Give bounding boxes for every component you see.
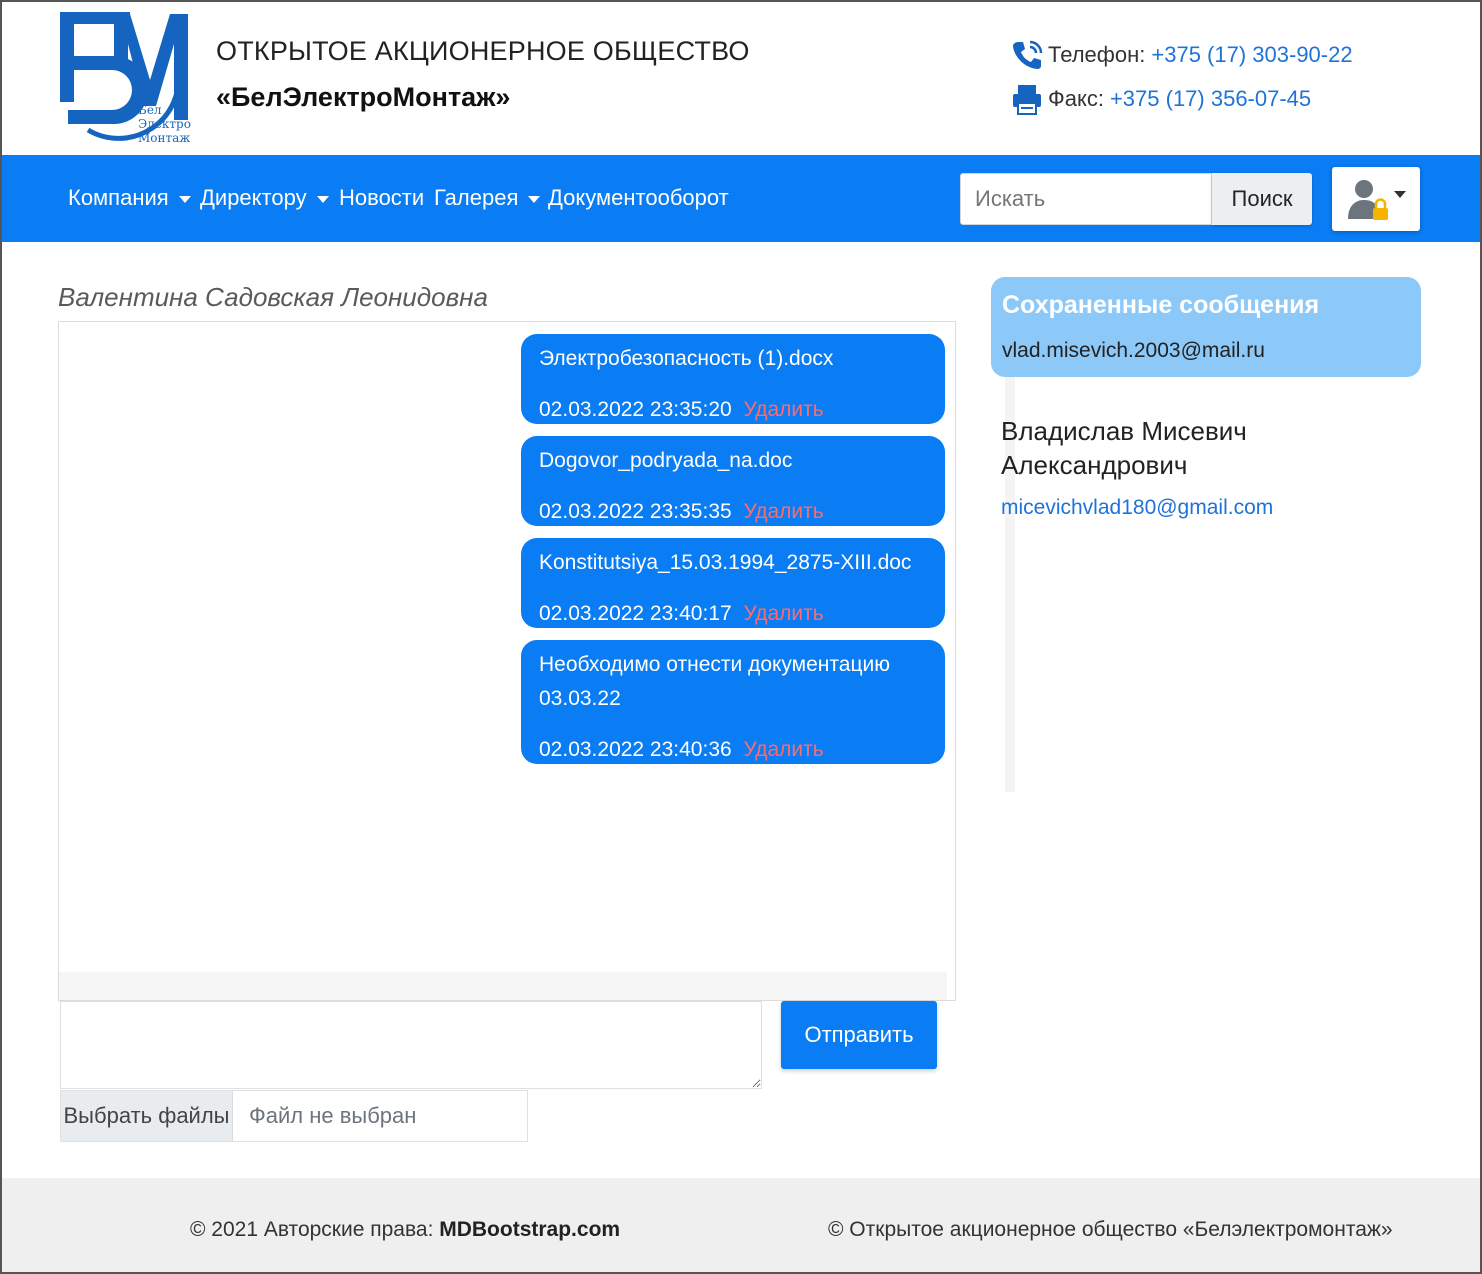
delete-link[interactable]: Удалить [744,398,824,421]
chat-messages-panel[interactable]: Электробезопасность (1).docx 02.03.2022 … [58,321,1015,1001]
company-logo[interactable]: Бел Электро Монтаж [58,10,200,148]
file-picker[interactable]: Выбрать файлы Файл не выбран [60,1090,528,1142]
message-input[interactable] [60,1001,762,1089]
message-meta: 02.03.2022 23:35:20 Удалить [539,398,824,422]
company-name: «БелЭлектроМонтаж» [216,82,511,112]
chat-message: Konstitutsiya_15.03.1994_2875-XIII.doc 0… [521,538,945,628]
chat-bottom-shade [59,972,947,1000]
message-text[interactable]: Konstitutsiya_15.03.1994_2875-XIII.doc [539,546,927,580]
message-meta: 02.03.2022 23:35:35 Удалить [539,500,824,524]
phone-label: Телефон: [1048,42,1146,67]
nav-item-gallery[interactable]: Галерея [434,185,541,211]
message-time: 02.03.2022 23:35:35 [539,500,732,523]
chat-recipient-name: Валентина Садовская Леонидовна [58,282,488,312]
nav-item-label: Новости [339,185,425,210]
chat-message: Dogovor_podryada_na.doc 02.03.2022 23:35… [521,436,945,526]
main-navbar: Компания Директору Новости Галерея Докум… [0,155,1482,242]
search-button[interactable]: Поиск [1212,173,1312,225]
footer-copyright-text: © 2021 Авторские права: [190,1218,440,1241]
chat-message: Электробезопасность (1).docx 02.03.2022 … [521,334,945,424]
nav-item-label: Компания [68,185,169,210]
choose-files-button[interactable]: Выбрать файлы [61,1091,233,1141]
user-lock-icon [1348,180,1388,220]
logo-text: Бел [138,103,162,117]
saved-messages-card[interactable]: Сохраненные сообщения vlad.misevich.2003… [991,277,1421,377]
footer-company: © Открытое акционерное общество «Белэлек… [828,1218,1393,1241]
delete-link[interactable]: Удалить [744,500,824,523]
chat-message: Необходимо отнести документацию 03.03.22… [521,640,945,764]
site-footer: © 2021 Авторские права: MDBootstrap.com … [0,1178,1482,1274]
saved-messages-title: Сохраненные сообщения [1002,291,1320,319]
file-status: Файл не выбран [249,1103,417,1128]
site-header: Бел Электро Монтаж ОТКРЫТОЕ АКЦИОНЕРНОЕ … [0,0,1482,155]
nav-item-documents[interactable]: Документооборот [548,185,729,211]
delete-link[interactable]: Удалить [744,602,824,625]
footer-copyright: © 2021 Авторские права: MDBootstrap.com [190,1218,620,1242]
logo-text: Монтаж [138,131,190,145]
delete-link[interactable]: Удалить [744,738,824,761]
message-text[interactable]: Dogovor_podryada_na.doc [539,444,927,478]
search-input[interactable] [960,173,1212,225]
footer-mdb-link[interactable]: MDBootstrap.com [439,1218,620,1241]
message-meta: 02.03.2022 23:40:36 Удалить [539,738,824,762]
phone-row: Телефон: +375 (17) 303-90-22 [1010,38,1353,72]
phone-link[interactable]: +375 (17) 303-90-22 [1151,42,1352,68]
fax-link[interactable]: +375 (17) 356-07-45 [1110,86,1311,112]
company-type: ОТКРЫТОЕ АКЦИОНЕРНОЕ ОБЩЕСТВО [216,36,750,66]
nav-item-label: Документооборот [548,185,729,210]
logo-text: Электро [138,117,191,131]
fax-row: Факс: +375 (17) 356-07-45 [1010,82,1311,116]
caret-down-icon [316,195,329,203]
user-menu-button[interactable] [1332,167,1420,231]
contact-name[interactable]: Владислав Мисевич Александрович [1001,414,1301,482]
contact-email-link[interactable]: micevichvlad180@gmail.com [1001,496,1273,520]
phone-icon [1013,40,1043,69]
caret-down-icon [528,195,541,203]
message-time: 02.03.2022 23:35:20 [539,398,732,421]
nav-item-director[interactable]: Директору [200,185,329,211]
message-text[interactable]: Электробезопасность (1).docx [539,342,927,376]
printer-icon [1013,85,1041,115]
saved-messages-email: vlad.misevich.2003@mail.ru [1002,339,1265,362]
nav-item-label: Галерея [434,185,519,210]
nav-item-news[interactable]: Новости [339,185,424,211]
send-button[interactable]: Отправить [781,1001,937,1069]
message-time: 02.03.2022 23:40:17 [539,602,732,625]
nav-item-label: Директору [200,185,307,210]
message-time: 02.03.2022 23:40:36 [539,738,732,761]
nav-item-company[interactable]: Компания [68,185,191,211]
message-text: Необходимо отнести документацию 03.03.22 [539,653,890,710]
caret-down-icon [178,195,191,203]
fax-label: Факс: [1048,86,1104,111]
chat-scrollbar[interactable] [1005,322,1015,792]
message-meta: 02.03.2022 23:40:17 Удалить [539,602,824,626]
caret-down-icon [1394,191,1406,198]
